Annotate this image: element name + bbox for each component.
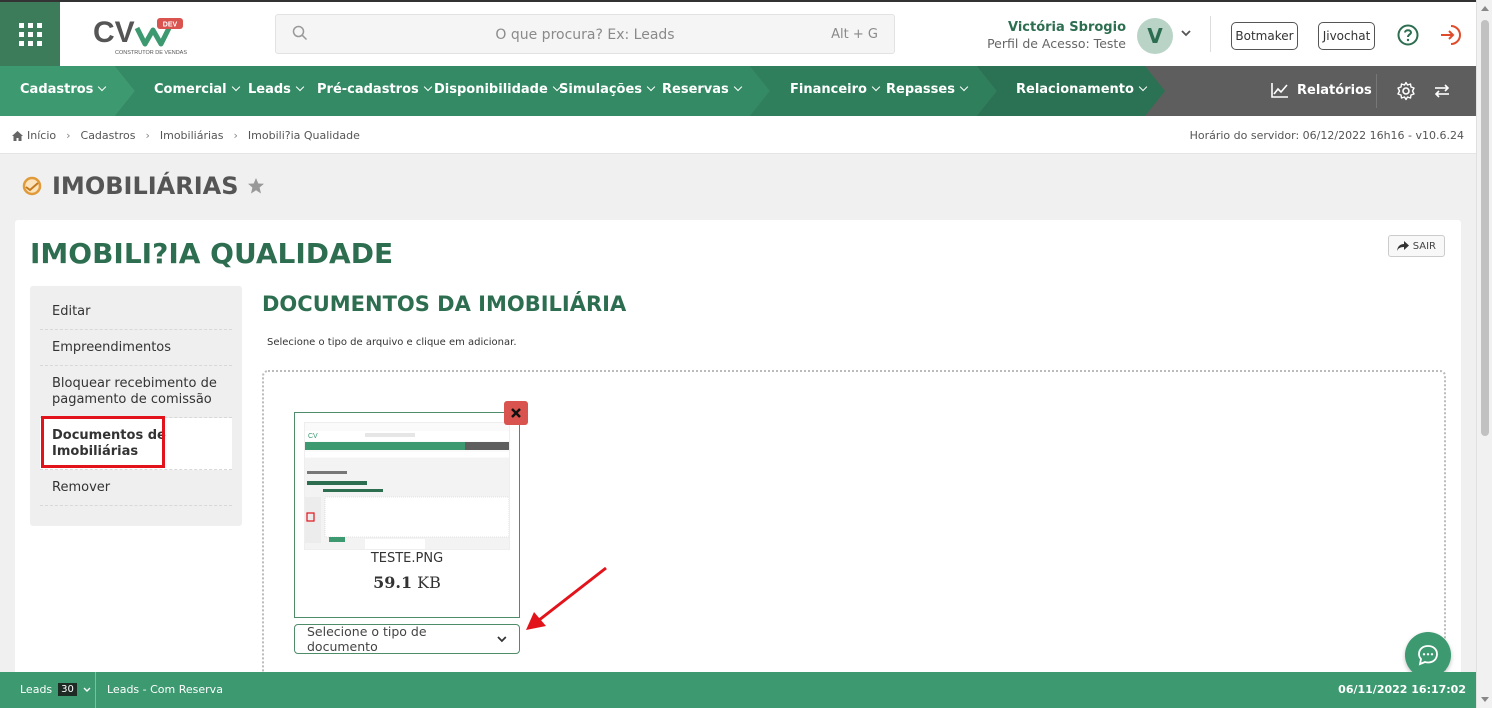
nav-comercial[interactable]: Comercial [154, 82, 240, 97]
footer-leads-toggle[interactable]: Leads 30 [20, 683, 91, 696]
logo-tagline: CONSTRUTOR DE VENDAS [115, 50, 187, 56]
search-placeholder: O que procura? Ex: Leads [495, 27, 675, 43]
breadcrumb-cadastros[interactable]: Cadastros [81, 129, 136, 142]
side-item-documentos[interactable]: Documentos de Imobiliárias [40, 416, 232, 470]
exit-button[interactable]: SAIR [1387, 235, 1445, 257]
chevron-down-icon [646, 82, 656, 92]
search-bar[interactable]: O que procura? Ex: Leads Alt + G [275, 14, 895, 54]
nav-leads[interactable]: Leads [248, 82, 305, 97]
file-name: TESTE.PNG [370, 551, 444, 566]
main-nav: Cadastros Comercial Leads Pré-cadastros … [0, 66, 1476, 116]
chevron-down-icon [733, 82, 743, 92]
chat-icon [1418, 645, 1438, 666]
chevron-right-icon: › [145, 129, 150, 142]
chevron-down-icon [295, 82, 305, 92]
server-time: Horário do servidor: 06/12/2022 16h16 - … [1189, 129, 1464, 142]
breadcrumb-bar: Início › Cadastros › Imobiliárias › Imob… [0, 116, 1476, 154]
home-icon [12, 130, 23, 141]
star-icon[interactable] [247, 177, 265, 195]
chevron-down-icon [423, 82, 432, 92]
file-preview-card: CV TESTE.PNG 59.1 KB [294, 412, 520, 618]
help-icon[interactable] [1397, 24, 1419, 46]
record-title: IMOBILI?IA QUALIDADE [30, 237, 394, 270]
upload-dropzone[interactable]: CV TESTE.PNG 59.1 KB Selecione o tipo de… [262, 370, 1446, 700]
file-thumbnail: CV [304, 422, 510, 550]
page-title-text: IMOBILIÁRIAS [52, 172, 239, 200]
nav-relacionamento[interactable]: Relacionamento [1016, 82, 1148, 97]
chevron-down-icon [98, 82, 107, 92]
page-scrollbar[interactable] [1476, 0, 1492, 708]
breadcrumb-imobiliarias[interactable]: Imobiliárias [160, 129, 224, 142]
divider [95, 672, 96, 708]
jivochat-button[interactable]: Jivochat [1318, 22, 1375, 50]
page-title: IMOBILIÁRIAS [20, 172, 265, 200]
chevron-down-icon [1138, 82, 1148, 92]
side-menu: Editar Empreendimentos Bloquear recebime… [30, 286, 242, 526]
nav-simulacoes[interactable]: Simulações [559, 82, 656, 97]
side-item-empreendimentos[interactable]: Empreendimentos [40, 330, 232, 366]
nav-reservas[interactable]: Reservas [662, 82, 743, 97]
divider [1376, 74, 1377, 108]
breadcrumb-home[interactable]: Início [12, 129, 56, 142]
chevron-down-icon [231, 82, 240, 92]
logo-text: CV [93, 16, 135, 49]
leads-count-badge: 30 [58, 683, 77, 696]
logout-icon[interactable] [1439, 24, 1461, 46]
divider [1210, 16, 1211, 52]
scroll-up-arrow-icon[interactable] [1481, 6, 1489, 11]
close-icon [511, 408, 521, 418]
nav-cadastros[interactable]: Cadastros [20, 82, 107, 97]
chart-line-icon [1271, 83, 1288, 98]
chevron-right-icon: › [233, 129, 238, 142]
chevron-down-icon [83, 687, 91, 692]
nav-pre-cadastros[interactable]: Pré-cadastros [317, 82, 432, 97]
scrollbar-thumb[interactable] [1481, 20, 1489, 436]
nav-financeiro[interactable]: Financeiro [790, 82, 881, 97]
section-title: DOCUMENTOS DA IMOBILIÁRIA [262, 292, 627, 316]
swap-icon[interactable] [1434, 83, 1450, 99]
breadcrumb: Início › Cadastros › Imobiliárias › Imob… [12, 129, 360, 142]
avatar[interactable]: V [1137, 18, 1173, 54]
nav-disponibilidade[interactable]: Disponibilidade [434, 82, 562, 97]
nav-relatorios[interactable]: Relatórios [1271, 82, 1372, 98]
chevron-down-icon[interactable] [1180, 28, 1192, 38]
botmaker-button[interactable]: Botmaker [1231, 22, 1298, 50]
nav-repasses[interactable]: Repasses [886, 82, 969, 97]
gear-icon[interactable] [1396, 81, 1416, 101]
user-name[interactable]: Victória Sbrogio [1008, 20, 1126, 35]
chevron-down-icon [497, 636, 507, 643]
side-item-bloquear-comissao[interactable]: Bloquear recebimento de pagamento de com… [40, 366, 232, 418]
annotation-arrow [526, 566, 607, 630]
grid-icon [18, 22, 42, 46]
document-type-select[interactable]: Selecione o tipo de documento [294, 624, 520, 654]
delete-file-button[interactable] [504, 401, 528, 425]
breadcrumb-current: Imobili?ia Qualidade [247, 129, 360, 142]
highlight-box [41, 416, 165, 468]
cv-logo[interactable]: CV DEV CONSTRUTOR DE VENDAS [93, 16, 188, 56]
user-profile: Perfil de Acesso: Teste [987, 36, 1126, 51]
upload-hint: Selecione o tipo de arquivo e clique em … [267, 337, 517, 348]
content-card: IMOBILI?IA QUALIDADE SAIR Editar Empreen… [15, 220, 1461, 700]
scroll-down-arrow-icon[interactable] [1481, 697, 1489, 702]
footer-datetime: 06/11/2022 16:17:02 [1338, 683, 1466, 696]
chevron-down-icon [959, 82, 969, 92]
svg-text:CV: CV [308, 433, 318, 440]
relatorios-label: Relatórios [1297, 82, 1372, 98]
search-shortcut: Alt + G [831, 27, 878, 42]
side-item-editar[interactable]: Editar [40, 294, 232, 330]
status-footer: Leads 30 Leads - Com Reserva 06/11/2022 … [0, 672, 1476, 708]
top-header: CV DEV CONSTRUTOR DE VENDAS O que procur… [0, 0, 1476, 66]
file-size: 59.1 KB [373, 573, 441, 592]
apps-menu-button[interactable] [0, 2, 60, 66]
side-item-remover[interactable]: Remover [40, 470, 232, 506]
handshake-icon [22, 176, 42, 196]
footer-status[interactable]: Leads - Com Reserva [107, 683, 223, 696]
chevron-right-icon: › [66, 129, 71, 142]
chevron-down-icon [871, 82, 881, 92]
share-arrow-icon [1396, 241, 1409, 251]
logo-badge: DEV [163, 22, 178, 29]
